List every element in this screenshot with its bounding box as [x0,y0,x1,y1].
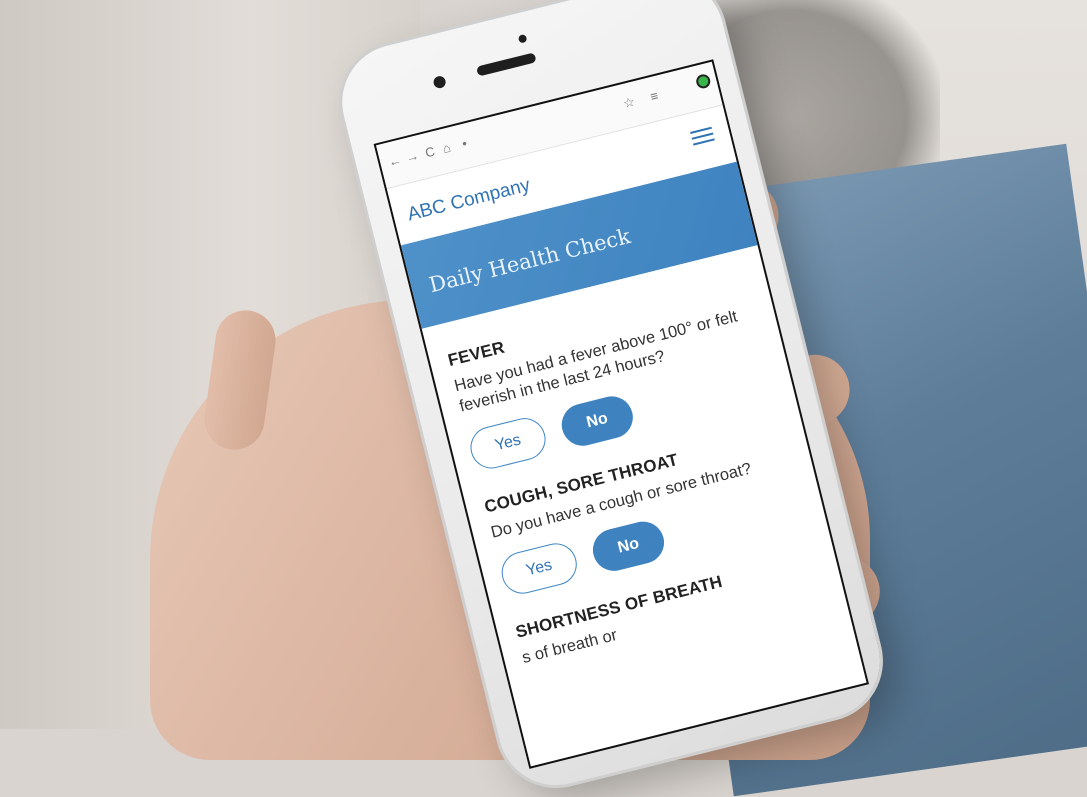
back-icon[interactable]: ← [387,152,403,170]
front-sensor [517,33,528,44]
no-button-selected[interactable]: No [557,391,638,451]
phone-area: ← → C ⌂ • ☆ ≡ ABC Company Daily Health C… [0,0,1087,797]
extension-status-icon[interactable] [694,72,712,90]
yes-button[interactable]: Yes [497,539,582,599]
reload-icon[interactable]: C [424,144,437,161]
bookmark-star-icon[interactable]: ☆ [622,94,637,112]
home-icon[interactable]: ⌂ [441,140,452,156]
forward-icon[interactable]: → [404,148,420,166]
earpiece-speaker [476,52,537,77]
phone: ← → C ⌂ • ☆ ≡ ABC Company Daily Health C… [330,0,893,797]
yes-button[interactable]: Yes [466,413,550,473]
phone-screen: ← → C ⌂ • ☆ ≡ ABC Company Daily Health C… [373,59,870,769]
hamburger-menu-icon[interactable] [689,123,716,150]
lock-icon: • [460,135,469,152]
no-button-selected[interactable]: No [588,517,669,576]
reading-list-icon[interactable]: ≡ [649,88,660,104]
front-camera [432,74,447,90]
